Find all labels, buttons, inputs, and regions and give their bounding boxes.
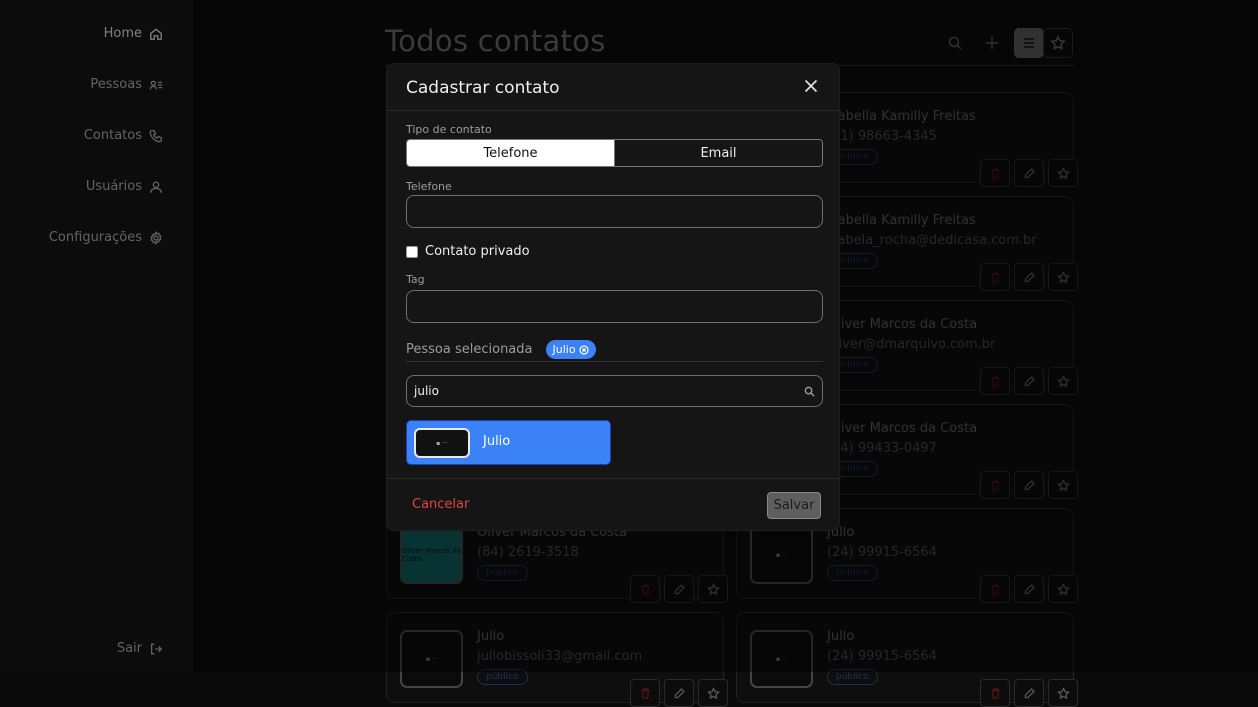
delete-button[interactable] bbox=[980, 679, 1010, 707]
search-value: julio bbox=[414, 384, 439, 398]
avatar: ▪ ··· bbox=[414, 428, 470, 458]
star-icon bbox=[1056, 686, 1070, 699]
favorite-button[interactable] bbox=[1048, 679, 1078, 707]
private-contact-checkbox[interactable]: Contato privado bbox=[406, 244, 530, 259]
trash-icon bbox=[990, 687, 1000, 699]
person-search-input[interactable]: julio bbox=[406, 375, 823, 407]
delete-button[interactable] bbox=[630, 679, 660, 707]
search-icon bbox=[804, 386, 815, 397]
edit-icon bbox=[1024, 687, 1035, 698]
card-actions bbox=[980, 679, 1078, 707]
tag-input[interactable] bbox=[406, 290, 823, 323]
contact-type-label: Tipo de contato bbox=[406, 123, 492, 136]
edit-icon bbox=[674, 687, 685, 698]
modal-header-divider bbox=[387, 110, 841, 111]
close-button[interactable] bbox=[803, 78, 819, 94]
selected-divider bbox=[406, 361, 823, 362]
trash-icon bbox=[640, 687, 650, 699]
selected-person-chip[interactable]: Julio bbox=[545, 340, 596, 359]
checkbox-box[interactable] bbox=[406, 245, 418, 258]
edit-button[interactable] bbox=[1014, 679, 1044, 707]
phone-label: Telefone bbox=[406, 180, 452, 193]
private-contact-label: Contato privado bbox=[425, 244, 530, 259]
type-option-telefone[interactable]: Telefone bbox=[407, 140, 614, 166]
selected-person-label: Pessoa selecionada bbox=[406, 342, 533, 357]
selected-person-row: Pessoa selecionada Julio bbox=[406, 340, 596, 359]
person-result-item[interactable]: ▪ ··· Julio bbox=[406, 420, 611, 465]
save-button[interactable]: Salvar bbox=[767, 492, 821, 519]
remove-chip-icon[interactable] bbox=[578, 344, 589, 355]
type-option-email[interactable]: Email bbox=[614, 140, 822, 166]
favorite-button[interactable] bbox=[698, 679, 728, 707]
register-contact-modal: Cadastrar contato Tipo de contato Telefo… bbox=[386, 63, 841, 531]
close-icon bbox=[804, 79, 818, 93]
edit-button[interactable] bbox=[664, 679, 694, 707]
star-icon bbox=[706, 686, 720, 699]
cancel-button[interactable]: Cancelar bbox=[412, 497, 469, 512]
tag-label: Tag bbox=[406, 273, 425, 286]
chip-label: Julio bbox=[552, 343, 576, 356]
modal-title: Cadastrar contato bbox=[406, 78, 560, 98]
card-actions bbox=[630, 679, 728, 707]
modal-footer-divider bbox=[387, 478, 841, 479]
result-name: Julio bbox=[483, 434, 511, 449]
phone-input[interactable] bbox=[406, 195, 823, 228]
contact-type-toggle: Telefone Email bbox=[406, 139, 823, 167]
